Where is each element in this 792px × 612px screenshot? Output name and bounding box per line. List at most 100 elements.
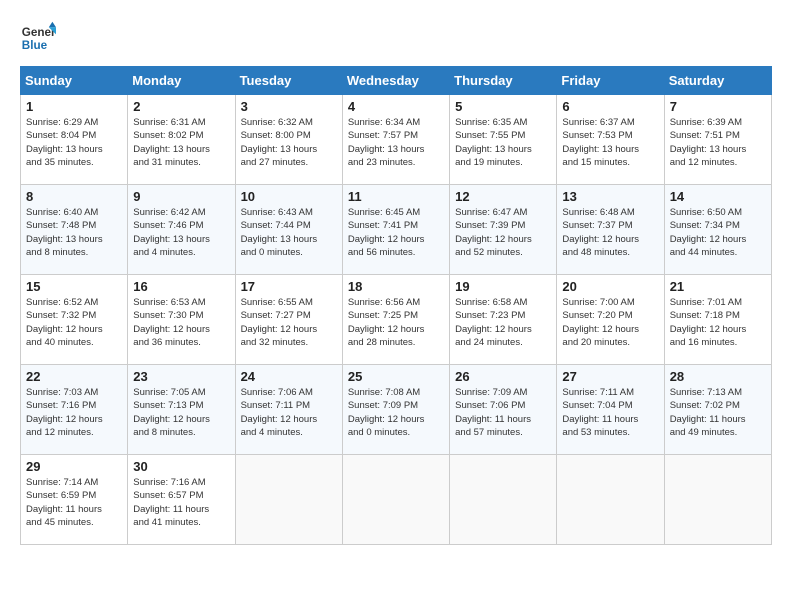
day-info: Sunrise: 6:58 AM Sunset: 7:23 PM Dayligh… bbox=[455, 296, 551, 349]
day-number: 9 bbox=[133, 189, 229, 204]
calendar-day-cell bbox=[557, 455, 664, 545]
column-header-saturday: Saturday bbox=[664, 67, 771, 95]
day-number: 1 bbox=[26, 99, 122, 114]
day-info: Sunrise: 7:16 AM Sunset: 6:57 PM Dayligh… bbox=[133, 476, 229, 529]
column-header-thursday: Thursday bbox=[450, 67, 557, 95]
day-number: 3 bbox=[241, 99, 337, 114]
day-info: Sunrise: 7:00 AM Sunset: 7:20 PM Dayligh… bbox=[562, 296, 658, 349]
calendar-day-cell: 29 Sunrise: 7:14 AM Sunset: 6:59 PM Dayli… bbox=[21, 455, 128, 545]
calendar-day-cell: 23 Sunrise: 7:05 AM Sunset: 7:13 PM Dayli… bbox=[128, 365, 235, 455]
day-info: Sunrise: 7:14 AM Sunset: 6:59 PM Dayligh… bbox=[26, 476, 122, 529]
day-number: 15 bbox=[26, 279, 122, 294]
logo-icon: General Blue bbox=[20, 20, 56, 56]
day-info: Sunrise: 6:52 AM Sunset: 7:32 PM Dayligh… bbox=[26, 296, 122, 349]
calendar-week-row: 8 Sunrise: 6:40 AM Sunset: 7:48 PM Daylig… bbox=[21, 185, 772, 275]
day-info: Sunrise: 7:03 AM Sunset: 7:16 PM Dayligh… bbox=[26, 386, 122, 439]
day-info: Sunrise: 6:56 AM Sunset: 7:25 PM Dayligh… bbox=[348, 296, 444, 349]
calendar-week-row: 15 Sunrise: 6:52 AM Sunset: 7:32 PM Dayli… bbox=[21, 275, 772, 365]
calendar-day-cell bbox=[664, 455, 771, 545]
day-info: Sunrise: 7:11 AM Sunset: 7:04 PM Dayligh… bbox=[562, 386, 658, 439]
calendar-day-cell: 3 Sunrise: 6:32 AM Sunset: 8:00 PM Daylig… bbox=[235, 95, 342, 185]
calendar-day-cell: 19 Sunrise: 6:58 AM Sunset: 7:23 PM Dayli… bbox=[450, 275, 557, 365]
day-number: 4 bbox=[348, 99, 444, 114]
day-number: 29 bbox=[26, 459, 122, 474]
day-number: 16 bbox=[133, 279, 229, 294]
day-number: 30 bbox=[133, 459, 229, 474]
day-info: Sunrise: 6:31 AM Sunset: 8:02 PM Dayligh… bbox=[133, 116, 229, 169]
calendar-day-cell: 1 Sunrise: 6:29 AM Sunset: 8:04 PM Daylig… bbox=[21, 95, 128, 185]
day-info: Sunrise: 6:32 AM Sunset: 8:00 PM Dayligh… bbox=[241, 116, 337, 169]
day-number: 10 bbox=[241, 189, 337, 204]
day-info: Sunrise: 7:08 AM Sunset: 7:09 PM Dayligh… bbox=[348, 386, 444, 439]
calendar-day-cell: 7 Sunrise: 6:39 AM Sunset: 7:51 PM Daylig… bbox=[664, 95, 771, 185]
calendar-day-cell: 10 Sunrise: 6:43 AM Sunset: 7:44 PM Dayli… bbox=[235, 185, 342, 275]
calendar-day-cell: 17 Sunrise: 6:55 AM Sunset: 7:27 PM Dayli… bbox=[235, 275, 342, 365]
day-info: Sunrise: 6:45 AM Sunset: 7:41 PM Dayligh… bbox=[348, 206, 444, 259]
day-number: 11 bbox=[348, 189, 444, 204]
calendar-day-cell: 22 Sunrise: 7:03 AM Sunset: 7:16 PM Dayli… bbox=[21, 365, 128, 455]
day-number: 28 bbox=[670, 369, 766, 384]
day-number: 13 bbox=[562, 189, 658, 204]
day-number: 2 bbox=[133, 99, 229, 114]
calendar-day-cell: 4 Sunrise: 6:34 AM Sunset: 7:57 PM Daylig… bbox=[342, 95, 449, 185]
day-info: Sunrise: 6:53 AM Sunset: 7:30 PM Dayligh… bbox=[133, 296, 229, 349]
calendar-day-cell: 27 Sunrise: 7:11 AM Sunset: 7:04 PM Dayli… bbox=[557, 365, 664, 455]
day-number: 12 bbox=[455, 189, 551, 204]
calendar-day-cell: 15 Sunrise: 6:52 AM Sunset: 7:32 PM Dayli… bbox=[21, 275, 128, 365]
calendar-header-row: SundayMondayTuesdayWednesdayThursdayFrid… bbox=[21, 67, 772, 95]
calendar-day-cell: 2 Sunrise: 6:31 AM Sunset: 8:02 PM Daylig… bbox=[128, 95, 235, 185]
day-number: 25 bbox=[348, 369, 444, 384]
calendar-day-cell: 13 Sunrise: 6:48 AM Sunset: 7:37 PM Dayli… bbox=[557, 185, 664, 275]
column-header-monday: Monday bbox=[128, 67, 235, 95]
day-number: 14 bbox=[670, 189, 766, 204]
logo: General Blue bbox=[20, 20, 56, 56]
calendar-day-cell: 24 Sunrise: 7:06 AM Sunset: 7:11 PM Dayli… bbox=[235, 365, 342, 455]
calendar-day-cell bbox=[342, 455, 449, 545]
day-info: Sunrise: 6:29 AM Sunset: 8:04 PM Dayligh… bbox=[26, 116, 122, 169]
calendar-table: SundayMondayTuesdayWednesdayThursdayFrid… bbox=[20, 66, 772, 545]
day-info: Sunrise: 6:37 AM Sunset: 7:53 PM Dayligh… bbox=[562, 116, 658, 169]
calendar-day-cell bbox=[450, 455, 557, 545]
day-number: 5 bbox=[455, 99, 551, 114]
day-number: 19 bbox=[455, 279, 551, 294]
column-header-sunday: Sunday bbox=[21, 67, 128, 95]
day-info: Sunrise: 6:35 AM Sunset: 7:55 PM Dayligh… bbox=[455, 116, 551, 169]
day-info: Sunrise: 6:40 AM Sunset: 7:48 PM Dayligh… bbox=[26, 206, 122, 259]
calendar-week-row: 29 Sunrise: 7:14 AM Sunset: 6:59 PM Dayli… bbox=[21, 455, 772, 545]
calendar-day-cell: 8 Sunrise: 6:40 AM Sunset: 7:48 PM Daylig… bbox=[21, 185, 128, 275]
day-number: 7 bbox=[670, 99, 766, 114]
calendar-week-row: 22 Sunrise: 7:03 AM Sunset: 7:16 PM Dayli… bbox=[21, 365, 772, 455]
day-info: Sunrise: 6:43 AM Sunset: 7:44 PM Dayligh… bbox=[241, 206, 337, 259]
day-info: Sunrise: 7:13 AM Sunset: 7:02 PM Dayligh… bbox=[670, 386, 766, 439]
day-number: 26 bbox=[455, 369, 551, 384]
column-header-wednesday: Wednesday bbox=[342, 67, 449, 95]
day-number: 21 bbox=[670, 279, 766, 294]
day-info: Sunrise: 7:05 AM Sunset: 7:13 PM Dayligh… bbox=[133, 386, 229, 439]
day-info: Sunrise: 6:39 AM Sunset: 7:51 PM Dayligh… bbox=[670, 116, 766, 169]
day-info: Sunrise: 6:34 AM Sunset: 7:57 PM Dayligh… bbox=[348, 116, 444, 169]
day-info: Sunrise: 6:48 AM Sunset: 7:37 PM Dayligh… bbox=[562, 206, 658, 259]
calendar-day-cell: 9Sunrise: 6:42 AM Sunset: 7:46 PM Daylig… bbox=[128, 185, 235, 275]
day-info: Sunrise: 7:01 AM Sunset: 7:18 PM Dayligh… bbox=[670, 296, 766, 349]
day-number: 17 bbox=[241, 279, 337, 294]
day-number: 24 bbox=[241, 369, 337, 384]
svg-text:Blue: Blue bbox=[22, 39, 48, 52]
calendar-day-cell: 6Sunrise: 6:37 AM Sunset: 7:53 PM Daylig… bbox=[557, 95, 664, 185]
calendar-day-cell: 30 Sunrise: 7:16 AM Sunset: 6:57 PM Dayli… bbox=[128, 455, 235, 545]
calendar-day-cell: 26 Sunrise: 7:09 AM Sunset: 7:06 PM Dayli… bbox=[450, 365, 557, 455]
day-info: Sunrise: 7:09 AM Sunset: 7:06 PM Dayligh… bbox=[455, 386, 551, 439]
calendar-day-cell: 12Sunrise: 6:47 AM Sunset: 7:39 PM Dayli… bbox=[450, 185, 557, 275]
calendar-day-cell: 18 Sunrise: 6:56 AM Sunset: 7:25 PM Dayli… bbox=[342, 275, 449, 365]
day-number: 8 bbox=[26, 189, 122, 204]
day-number: 18 bbox=[348, 279, 444, 294]
calendar-day-cell: 16 Sunrise: 6:53 AM Sunset: 7:30 PM Dayli… bbox=[128, 275, 235, 365]
day-number: 27 bbox=[562, 369, 658, 384]
calendar-day-cell bbox=[235, 455, 342, 545]
column-header-tuesday: Tuesday bbox=[235, 67, 342, 95]
day-number: 22 bbox=[26, 369, 122, 384]
calendar-week-row: 1 Sunrise: 6:29 AM Sunset: 8:04 PM Daylig… bbox=[21, 95, 772, 185]
calendar-day-cell: 20Sunrise: 7:00 AM Sunset: 7:20 PM Dayli… bbox=[557, 275, 664, 365]
day-number: 23 bbox=[133, 369, 229, 384]
day-info: Sunrise: 7:06 AM Sunset: 7:11 PM Dayligh… bbox=[241, 386, 337, 439]
day-info: Sunrise: 6:55 AM Sunset: 7:27 PM Dayligh… bbox=[241, 296, 337, 349]
